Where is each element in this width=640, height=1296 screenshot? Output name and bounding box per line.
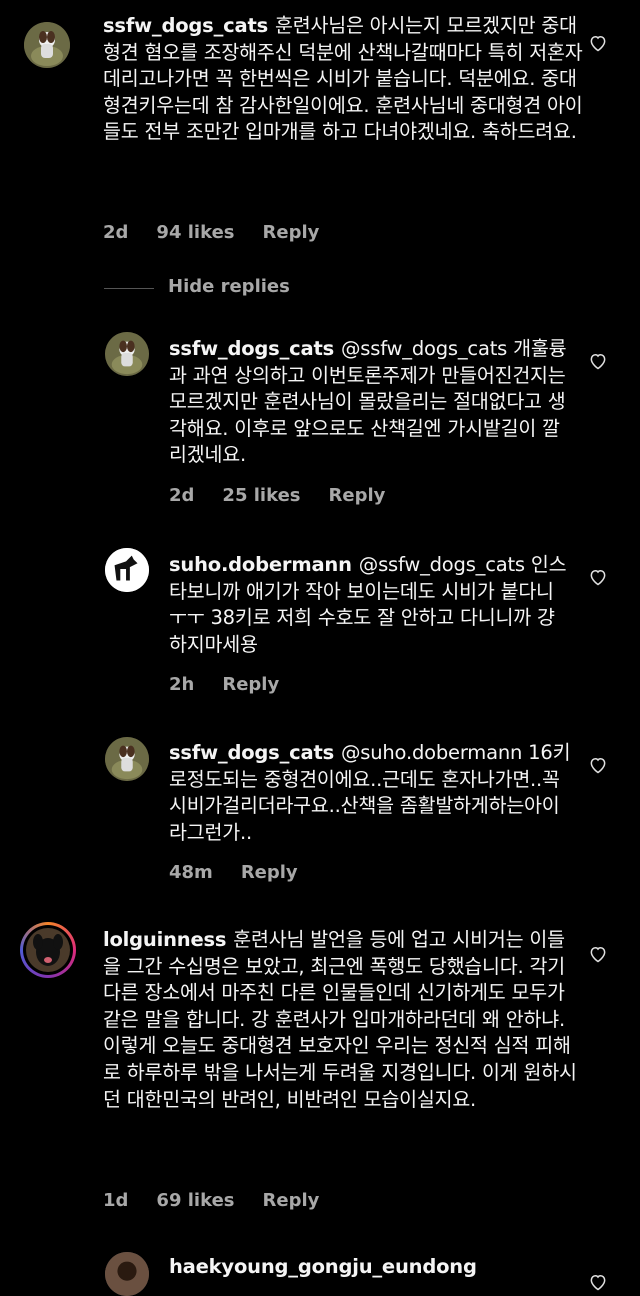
username[interactable]: suho.dobermann xyxy=(169,553,352,576)
avatar[interactable] xyxy=(105,548,149,592)
likes-count[interactable]: 25 likes xyxy=(222,485,300,506)
reply-button[interactable]: Reply xyxy=(329,485,386,506)
reply-button[interactable]: Reply xyxy=(263,1190,320,1211)
reply-button[interactable]: Reply xyxy=(222,674,279,695)
username[interactable]: haekyoung_gongju_eundong xyxy=(169,1255,477,1278)
username[interactable]: ssfw_dogs_cats xyxy=(169,741,334,764)
comment-meta: 1d 69 likes Reply xyxy=(103,1190,347,1211)
timestamp: 2h xyxy=(169,674,195,695)
heart-icon[interactable] xyxy=(588,755,608,775)
comment-text: ssfw_dogs_cats @ssfw_dogs_cats 개훌륭과 과연 상의… xyxy=(169,337,567,467)
comment-text: ssfw_dogs_cats @suho.dobermann 16키로정도되는 중… xyxy=(169,741,571,844)
username[interactable]: ssfw_dogs_cats xyxy=(103,14,268,37)
username[interactable]: ssfw_dogs_cats xyxy=(169,337,334,360)
avatar[interactable] xyxy=(105,332,149,376)
comment-text: lolguinness 훈련사님 발언을 등에 업고 시비거는 이들을 그간 수십… xyxy=(103,928,577,1111)
divider xyxy=(104,288,154,289)
comment-meta: 2d 25 likes Reply xyxy=(169,485,413,506)
timestamp: 48m xyxy=(169,862,213,883)
avatar[interactable] xyxy=(105,1252,149,1296)
timestamp: 1d xyxy=(103,1190,129,1211)
likes-count[interactable]: 94 likes xyxy=(156,222,234,243)
username[interactable]: lolguinness xyxy=(103,928,226,951)
avatar[interactable] xyxy=(24,22,70,68)
comment-text: ssfw_dogs_cats 훈련사님은 아시는지 모르겠지만 중대형견 혐오를 … xyxy=(103,14,583,144)
heart-icon[interactable] xyxy=(588,944,608,964)
timestamp: 2d xyxy=(169,485,195,506)
comment-text: suho.dobermann @ssfw_dogs_cats 인스타보니까 애기가… xyxy=(169,553,567,656)
heart-icon[interactable] xyxy=(588,567,608,587)
comment-meta: 48m Reply xyxy=(169,862,326,883)
comment-meta: 2d 94 likes Reply xyxy=(103,222,347,243)
avatar[interactable] xyxy=(105,737,149,781)
reply-button[interactable]: Reply xyxy=(241,862,298,883)
heart-icon[interactable] xyxy=(588,33,608,53)
timestamp: 2d xyxy=(103,222,129,243)
likes-count[interactable]: 69 likes xyxy=(156,1190,234,1211)
comment-meta: 2h Reply xyxy=(169,674,307,695)
avatar[interactable] xyxy=(20,922,76,978)
hide-replies-button[interactable]: Hide replies xyxy=(168,276,290,297)
comment-text: haekyoung_gongju_eundong xyxy=(169,1254,589,1281)
reply-button[interactable]: Reply xyxy=(263,222,320,243)
heart-icon[interactable] xyxy=(588,1272,608,1292)
heart-icon[interactable] xyxy=(588,351,608,371)
